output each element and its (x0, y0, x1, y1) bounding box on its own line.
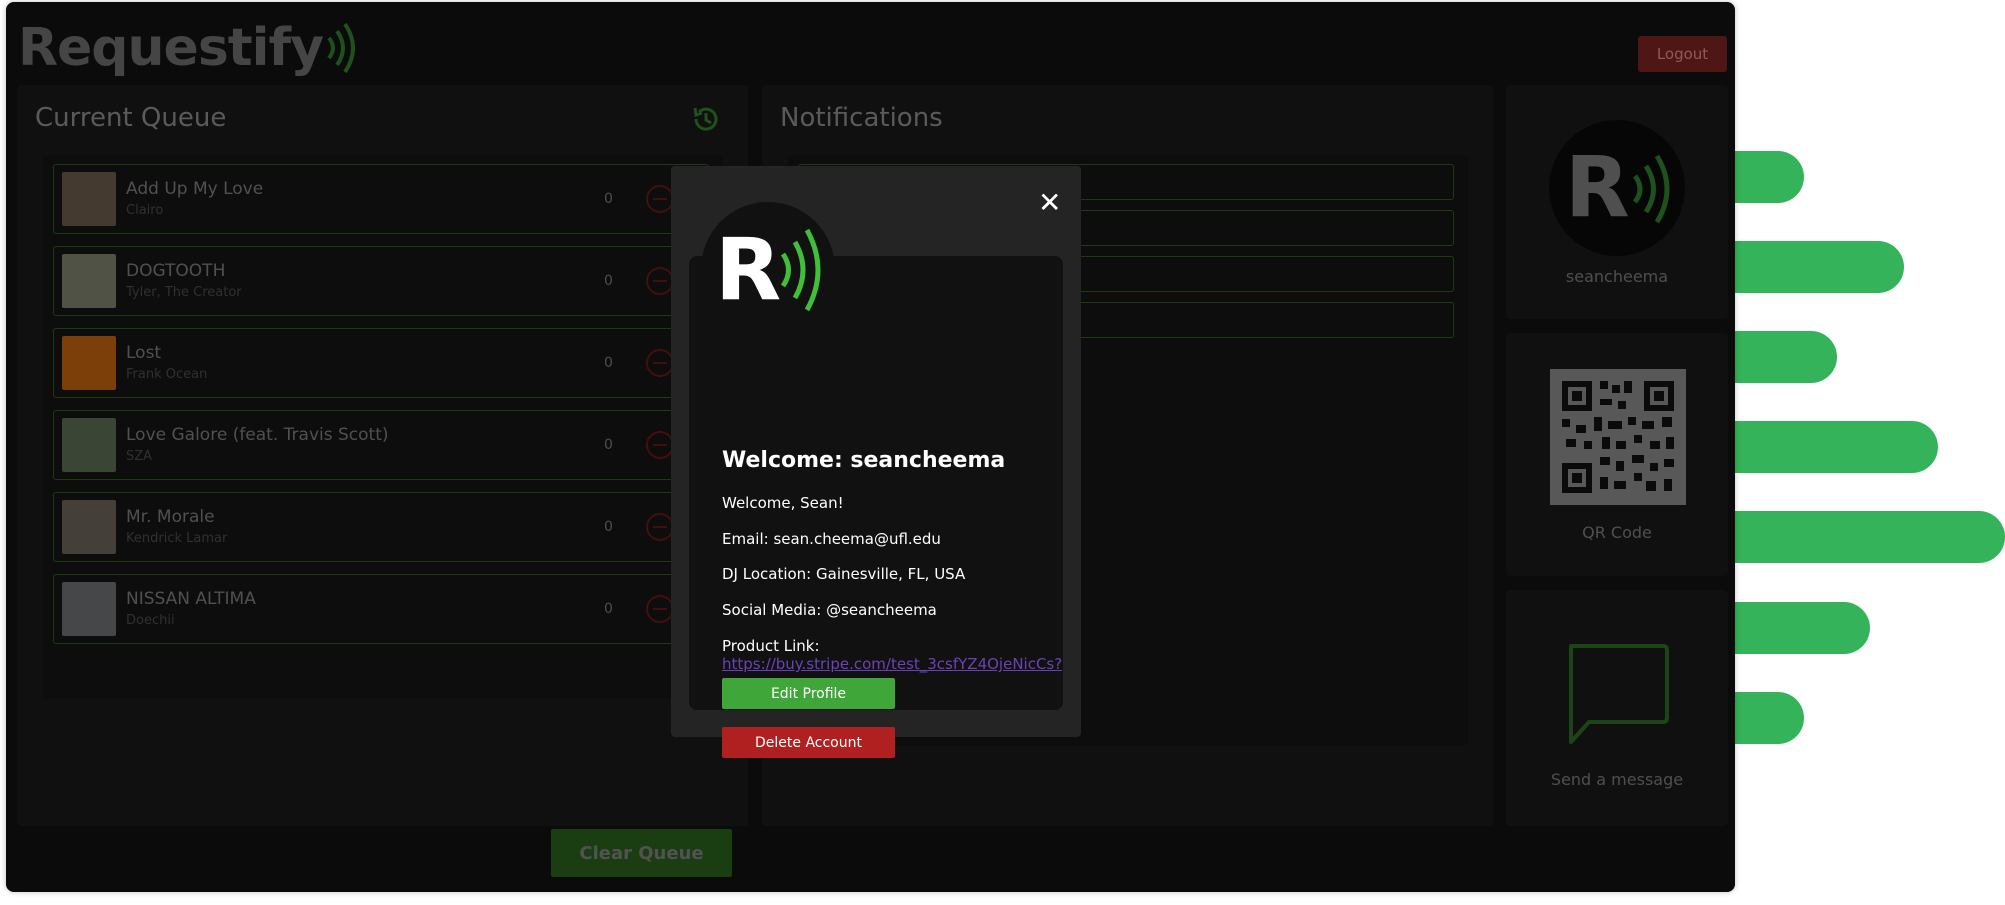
edit-profile-button[interactable]: Edit Profile (722, 678, 895, 709)
sound-waves-icon (780, 228, 821, 312)
modal-social: Social Media: @seancheema (722, 601, 937, 619)
decor-bar (1690, 511, 2005, 563)
modal-avatar: R (701, 202, 835, 336)
close-icon[interactable]: ✕ (1038, 186, 1061, 219)
avatar-letter-icon: R (715, 220, 782, 320)
app-window: Requestify Logout Current Queue Add Up M… (6, 2, 1735, 892)
delete-account-button[interactable]: Delete Account (722, 727, 895, 758)
modal-product-label: Product Link: (722, 637, 820, 655)
modal-heading: Welcome: seancheema (722, 448, 1006, 473)
product-link[interactable]: https://buy.stripe.com/test_3csfYZ4OjeNi… (722, 655, 1062, 673)
modal-email: Email: sean.cheema@ufl.edu (722, 530, 941, 548)
modal-location: DJ Location: Gainesville, FL, USA (722, 565, 966, 583)
profile-modal: ✕ Welcome: seancheema Welcome, Sean! Ema… (671, 166, 1081, 758)
modal-greeting: Welcome, Sean! (722, 494, 844, 512)
